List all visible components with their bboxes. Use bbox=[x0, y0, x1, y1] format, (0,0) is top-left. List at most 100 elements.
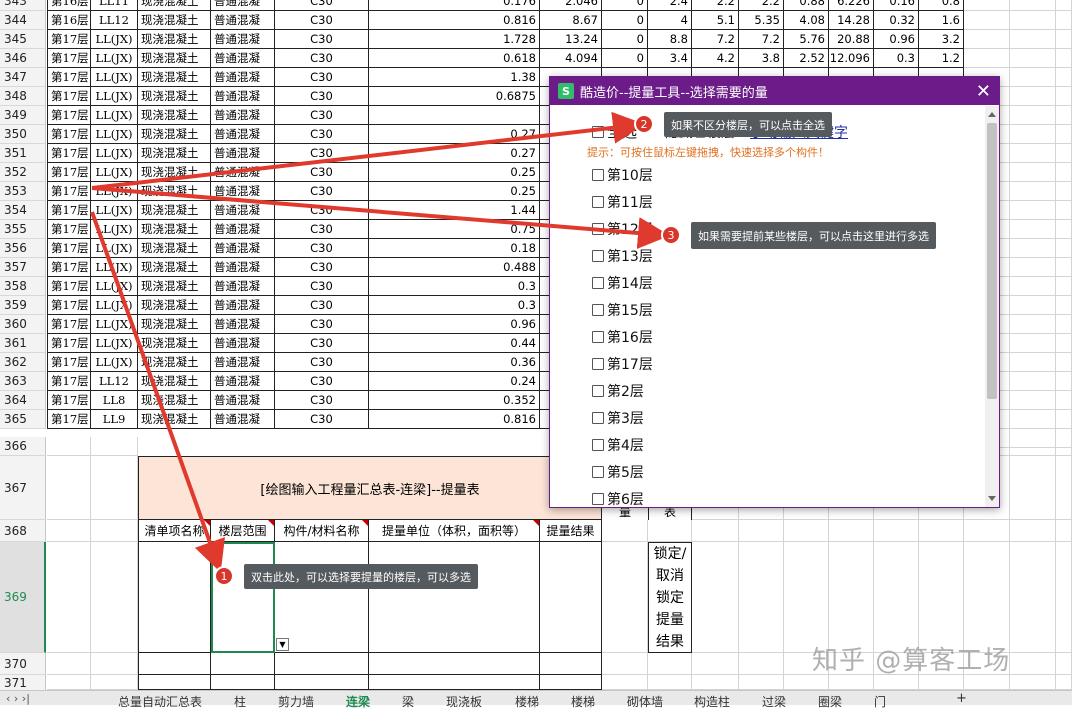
empty-cell[interactable] bbox=[1056, 87, 1072, 106]
empty-cell[interactable] bbox=[1056, 68, 1072, 87]
table-cell-concrete[interactable]: 普通混凝 bbox=[211, 30, 275, 49]
empty-cell[interactable] bbox=[1010, 391, 1056, 410]
sheet-tab[interactable]: 门 bbox=[874, 693, 886, 710]
table-cell-v1[interactable]: 0.3 bbox=[369, 296, 540, 315]
table-cell-code[interactable]: LL(JX) bbox=[91, 258, 138, 277]
empty-cell[interactable] bbox=[1010, 201, 1056, 220]
empty-cell[interactable] bbox=[1056, 144, 1072, 163]
row-header[interactable]: 354 bbox=[0, 201, 46, 220]
empty-cell[interactable] bbox=[874, 675, 919, 690]
row371-cell-1[interactable] bbox=[138, 675, 211, 690]
table-cell-v10[interactable]: 1.6 bbox=[919, 11, 964, 30]
empty-cell[interactable] bbox=[739, 542, 784, 653]
empty-cell[interactable] bbox=[1056, 653, 1072, 675]
table-cell-material[interactable]: 现浇混凝土 bbox=[138, 68, 211, 87]
checkbox-icon[interactable] bbox=[592, 358, 604, 370]
empty-cell[interactable] bbox=[47, 653, 91, 675]
table-cell-material[interactable]: 现浇混凝土 bbox=[138, 87, 211, 106]
table-cell-code[interactable]: LL(JX) bbox=[91, 315, 138, 334]
table-cell-concrete[interactable]: 普通混凝 bbox=[211, 372, 275, 391]
table-cell-floor[interactable]: 第17层 bbox=[47, 277, 91, 296]
table-cell-v1[interactable]: 0.75 bbox=[369, 220, 540, 239]
table-cell-code[interactable]: LL9 bbox=[91, 410, 138, 429]
table-cell-material[interactable]: 现浇混凝土 bbox=[138, 49, 211, 68]
floor-checkbox[interactable]: 第16层 bbox=[592, 327, 653, 347]
table-cell-v6[interactable]: 5.35 bbox=[739, 11, 784, 30]
empty-cell[interactable] bbox=[1056, 106, 1072, 125]
table-cell-code[interactable]: LL(JX) bbox=[91, 277, 138, 296]
empty-cell[interactable] bbox=[1010, 220, 1056, 239]
scroll-thumb[interactable] bbox=[987, 123, 997, 399]
table-cell-v8[interactable]: 20.88 bbox=[829, 30, 874, 49]
table-cell-code[interactable]: LL(JX) bbox=[91, 353, 138, 372]
table-cell-code[interactable]: LL(JX) bbox=[91, 87, 138, 106]
empty-cell[interactable] bbox=[919, 542, 964, 653]
empty-cell[interactable] bbox=[91, 456, 138, 520]
table-cell-floor[interactable]: 第17层 bbox=[47, 49, 91, 68]
row-header[interactable]: 347 bbox=[0, 68, 46, 87]
table-cell-v1[interactable]: 0.352 bbox=[369, 391, 540, 410]
table-cell-v1[interactable]: 0.36 bbox=[369, 353, 540, 372]
row-header[interactable]: 348 bbox=[0, 87, 46, 106]
table-cell-grade[interactable]: C30 bbox=[275, 334, 369, 353]
table-cell-floor[interactable]: 第17层 bbox=[47, 334, 91, 353]
table-cell-v1[interactable]: 0.3 bbox=[369, 277, 540, 296]
empty-cell[interactable] bbox=[1056, 456, 1072, 520]
row371-cell-5[interactable] bbox=[540, 675, 602, 690]
empty-cell[interactable] bbox=[1010, 334, 1056, 353]
item-name-cell[interactable] bbox=[138, 542, 211, 653]
row371-cell-3[interactable] bbox=[275, 675, 369, 690]
sheet-tab[interactable]: 过梁 bbox=[762, 693, 786, 710]
table-cell-v5[interactable]: 2.2 bbox=[692, 0, 739, 11]
empty-cell[interactable] bbox=[964, 0, 1010, 11]
table-cell-grade[interactable]: C30 bbox=[275, 163, 369, 182]
table-cell-grade[interactable]: C30 bbox=[275, 125, 369, 144]
floor-checkbox[interactable]: 第5层 bbox=[592, 462, 644, 482]
table-cell-v1[interactable]: 1.728 bbox=[369, 30, 540, 49]
sheet-tab[interactable]: 楼梯 bbox=[571, 693, 595, 710]
table-cell-code[interactable]: LL(JX) bbox=[91, 125, 138, 144]
table-cell-v7[interactable]: 5.76 bbox=[784, 30, 829, 49]
table-cell-v1[interactable]: 0.618 bbox=[369, 49, 540, 68]
tab-nav-icon[interactable]: ‹ › ›| bbox=[6, 692, 30, 705]
table-cell-code[interactable]: LL12 bbox=[91, 372, 138, 391]
table-cell-concrete[interactable]: 普通混凝 bbox=[211, 220, 275, 239]
empty-cell[interactable] bbox=[874, 520, 919, 542]
empty-cell[interactable] bbox=[91, 437, 138, 456]
empty-cell[interactable] bbox=[648, 675, 692, 690]
checkbox-icon[interactable] bbox=[592, 169, 604, 181]
sheet-tab[interactable]: 连梁 bbox=[346, 693, 370, 710]
table-cell-v1[interactable] bbox=[369, 106, 540, 125]
table-cell-v4[interactable]: 8.8 bbox=[648, 30, 692, 49]
empty-cell[interactable] bbox=[1010, 542, 1056, 653]
table-cell-floor[interactable]: 第17层 bbox=[47, 353, 91, 372]
table-cell-floor[interactable]: 第17层 bbox=[47, 163, 91, 182]
table-cell-material[interactable]: 现浇混凝土 bbox=[138, 201, 211, 220]
table-cell-floor[interactable]: 第16层 bbox=[47, 11, 91, 30]
floor-checkbox[interactable]: 第10层 bbox=[592, 165, 653, 185]
table-cell-concrete[interactable]: 普通混凝 bbox=[211, 11, 275, 30]
floor-checkbox[interactable]: 第15层 bbox=[592, 300, 653, 320]
table-cell-v7[interactable]: 2.52 bbox=[784, 49, 829, 68]
row-header[interactable]: 352 bbox=[0, 163, 46, 182]
table-cell-v9[interactable]: 0.3 bbox=[874, 49, 919, 68]
row-header[interactable]: 344 bbox=[0, 11, 46, 30]
row-header[interactable]: 361 bbox=[0, 334, 46, 353]
row-header-370[interactable]: 370 bbox=[0, 653, 46, 675]
empty-cell[interactable] bbox=[1010, 296, 1056, 315]
table-cell-code[interactable]: LL11 bbox=[91, 0, 138, 11]
table-cell-grade[interactable]: C30 bbox=[275, 353, 369, 372]
empty-cell[interactable] bbox=[1010, 0, 1056, 11]
table-cell-v8[interactable]: 12.096 bbox=[829, 49, 874, 68]
row370-cell-4[interactable] bbox=[369, 653, 540, 675]
table-cell-floor[interactable]: 第17层 bbox=[47, 315, 91, 334]
table-cell-v2[interactable]: 2.046 bbox=[540, 0, 602, 11]
table-cell-v1[interactable]: 0.176 bbox=[369, 0, 540, 11]
empty-cell[interactable] bbox=[648, 653, 692, 675]
table-cell-material[interactable]: 现浇混凝土 bbox=[138, 125, 211, 144]
empty-cell[interactable] bbox=[829, 542, 874, 653]
table-cell-code[interactable]: LL8 bbox=[91, 391, 138, 410]
table-cell-material[interactable]: 现浇混凝土 bbox=[138, 334, 211, 353]
empty-cell[interactable] bbox=[1010, 372, 1056, 391]
row370-cell-3[interactable] bbox=[275, 653, 369, 675]
